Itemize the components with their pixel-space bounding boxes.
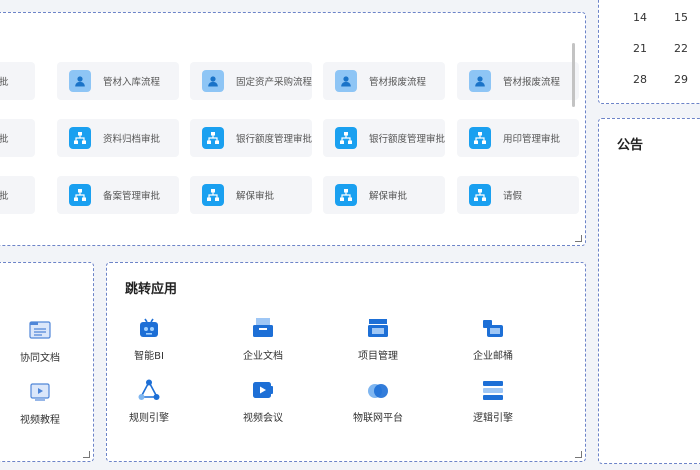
app-label: 企业邮桶 [473, 351, 513, 362]
jump-apps-panel: 跳转应用 智能BI 企业文档 项目管理 企业邮桶规则引擎 视频会议 物联网平台 逻辑引擎 [106, 262, 586, 462]
workflow-item[interactable]: 备案管理审批 [57, 176, 179, 214]
workflow-item-label: 资料归档审批 [103, 134, 161, 145]
workflow-item-label: 管材入库流程 [103, 77, 161, 88]
jump-apps-title: 跳转应用 [125, 282, 178, 297]
calendar-day[interactable]: 15 [674, 11, 688, 24]
workflow-item-label: 请假 [503, 191, 523, 202]
workflow-panel: 批管材入库流程固定资产采购流程管材报废流程管材报废流程批资料归档审批银行额度管理… [0, 12, 586, 246]
notice-panel: 公告 [598, 118, 700, 464]
org-chart-icon [469, 127, 491, 149]
calendar-day[interactable]: 14 [633, 11, 647, 24]
app-label: 协同文档 [20, 353, 60, 364]
person-icon [69, 70, 91, 92]
app-item[interactable]: 协同文档 [0, 317, 85, 364]
workflow-item-label: 管材报废流程 [503, 77, 561, 88]
person-icon [202, 70, 224, 92]
org-chart-icon [335, 184, 357, 206]
app-label: 智能BI [134, 351, 164, 362]
resize-handle[interactable] [83, 451, 90, 458]
video-tutorial-icon [27, 379, 53, 405]
logic-engine-icon [480, 377, 506, 403]
org-chart-icon [202, 127, 224, 149]
org-chart-icon [335, 127, 357, 149]
workflow-item[interactable]: 用印管理审批 [457, 119, 579, 157]
person-icon [469, 70, 491, 92]
workflow-item-label: 解保审批 [236, 191, 275, 202]
app-item[interactable]: 视频会议 [218, 377, 308, 424]
workflow-item-label: 管材报废流程 [369, 77, 427, 88]
document-folder-icon [27, 317, 53, 343]
workflow-item-label: 备案管理审批 [103, 191, 161, 202]
org-chart-icon [69, 127, 91, 149]
workflow-item[interactable]: 资料归档审批 [57, 119, 179, 157]
app-item[interactable]: 规则引擎 [104, 377, 194, 424]
calendar-day[interactable]: 21 [633, 42, 647, 55]
workflow-item[interactable]: 管材报废流程 [457, 62, 579, 100]
workflow-item[interactable]: 解保审批 [190, 176, 312, 214]
app-label: 项目管理 [358, 351, 398, 362]
calendar-panel: 14 15 21 22 28 29 [598, 0, 700, 104]
workflow-item[interactable]: 批 [0, 176, 35, 214]
app-label: 规则引擎 [129, 413, 169, 424]
workflow-scrollbar[interactable] [572, 43, 575, 107]
calendar-day[interactable]: 29 [674, 73, 688, 86]
person-icon [335, 70, 357, 92]
org-chart-icon [202, 184, 224, 206]
app-label: 视频教程 [20, 415, 60, 426]
workflow-item[interactable]: 管材报废流程 [323, 62, 445, 100]
file-box-icon [250, 315, 276, 341]
calendar-day[interactable]: 22 [674, 42, 688, 55]
resize-handle[interactable] [575, 451, 582, 458]
workflow-item-label: 批 [0, 74, 9, 88]
robot-icon [136, 315, 162, 341]
rule-network-icon [136, 377, 162, 403]
workflow-item-label: 解保审批 [369, 191, 408, 202]
app-item[interactable]: 视频教程 [0, 379, 85, 426]
workflow-item-label: 固定资产采购流程 [236, 77, 312, 88]
app-item[interactable]: 项目管理 [333, 315, 423, 362]
workflow-item[interactable]: 解保审批 [323, 176, 445, 214]
org-chart-icon [469, 184, 491, 206]
workflow-item[interactable]: 批 [0, 119, 35, 157]
workflow-item[interactable]: 批 [0, 62, 35, 100]
app-item[interactable]: 物联网平台 [333, 377, 423, 424]
mailbox-icon [480, 315, 506, 341]
app-item[interactable]: 智能BI [104, 315, 194, 362]
resize-handle[interactable] [575, 235, 582, 242]
workflow-item-label: 用印管理审批 [503, 134, 561, 145]
app-label: 物联网平台 [353, 413, 403, 424]
workflow-item-label: 银行额度管理审批 [236, 134, 312, 145]
video-camera-icon [250, 377, 276, 403]
workflow-item-label: 批 [0, 188, 9, 202]
iot-cloud-icon [365, 377, 391, 403]
workflow-item[interactable]: 请假 [457, 176, 579, 214]
app-label: 视频会议 [243, 413, 283, 424]
notice-title: 公告 [617, 138, 644, 153]
app-label: 逻辑引擎 [473, 413, 513, 424]
app-label: 企业文档 [243, 351, 283, 362]
workflow-item[interactable]: 银行额度管理审批 [190, 119, 312, 157]
workflow-item[interactable]: 管材入库流程 [57, 62, 179, 100]
calendar-day[interactable]: 28 [633, 73, 647, 86]
workflow-item[interactable]: 银行额度管理审批 [323, 119, 445, 157]
project-box-icon [365, 315, 391, 341]
workflow-item-label: 批 [0, 131, 9, 145]
app-item[interactable]: 企业文档 [218, 315, 308, 362]
left-apps-panel: 协同文档 视频教程 [0, 262, 94, 462]
app-item[interactable]: 企业邮桶 [448, 315, 538, 362]
org-chart-icon [69, 184, 91, 206]
app-item[interactable]: 逻辑引擎 [448, 377, 538, 424]
workflow-item-label: 银行额度管理审批 [369, 134, 445, 145]
workflow-item[interactable]: 固定资产采购流程 [190, 62, 312, 100]
